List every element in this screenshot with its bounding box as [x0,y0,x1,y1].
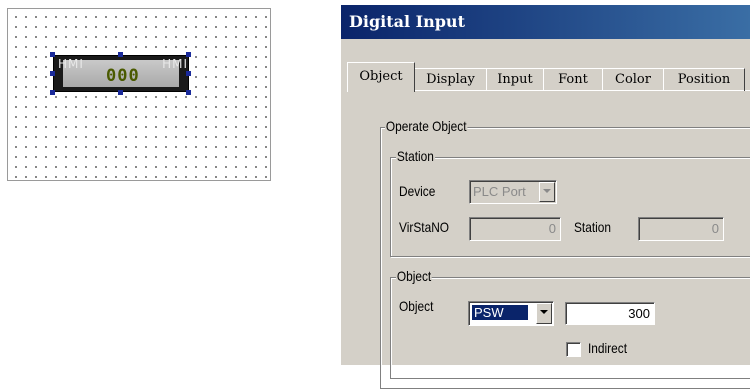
object-address-field[interactable]: 300 [565,302,655,325]
chevron-down-icon [540,310,548,314]
resize-handle-bottom[interactable] [118,90,123,95]
indirect-label: Indirect [588,340,628,356]
object-type-value: PSW [472,305,528,320]
device-dropdown-button[interactable] [539,182,555,202]
digital-input-dialog: Digital Input Object Display Input Font … [340,5,750,389]
chevron-down-icon [543,189,551,193]
virstano-field[interactable]: 0 [469,217,561,241]
station-field[interactable]: 0 [638,217,724,241]
station-label: Station [574,219,612,235]
tab-position[interactable]: Position [663,68,745,91]
tab-display[interactable]: Display [414,68,487,91]
resize-handle-top[interactable] [118,52,123,57]
widget-display-digits: 000 [106,66,140,86]
resize-handle-left[interactable] [50,71,55,76]
device-select-value: PLC Port [473,184,526,199]
widget-watermark-left: HMI [58,57,84,71]
resize-handle-bottom-left[interactable] [50,90,55,95]
object-type-dropdown-button[interactable] [536,303,552,324]
station-group [390,157,750,257]
tab-color[interactable]: Color [602,68,664,91]
object-group-title: Object [396,268,433,284]
resize-handle-right[interactable] [186,71,191,76]
station-title: Station [396,148,435,164]
tab-strip: Object Display Input Font Color Position [347,62,750,92]
resize-handle-top-left[interactable] [50,52,55,57]
dialog-title: Digital Input [341,5,750,39]
operate-object-title: Operate Object [385,118,468,134]
digital-input-widget[interactable]: HMI HMI 000 [53,55,189,92]
device-label: Device [399,183,436,199]
widget-watermark-right: HMI [162,57,188,71]
tab-font[interactable]: Font [543,68,603,91]
device-select[interactable]: PLC Port [469,180,557,204]
object-label: Object [399,298,434,314]
resize-handle-bottom-right[interactable] [186,90,191,95]
object-group [390,277,750,379]
tab-input[interactable]: Input [486,68,544,91]
virstano-label: VirStaNO [399,219,450,235]
object-type-select[interactable]: PSW [468,301,554,326]
indirect-checkbox[interactable] [566,342,581,357]
tab-object[interactable]: Object [347,62,415,92]
editor-canvas[interactable]: HMI HMI 000 [7,8,271,181]
resize-handle-top-right[interactable] [186,52,191,57]
